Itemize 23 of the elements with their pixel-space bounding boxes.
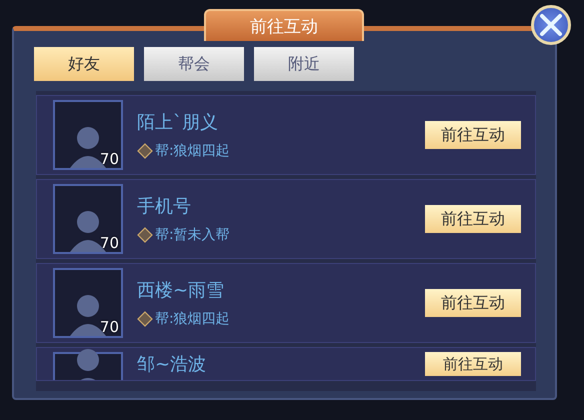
guild-text: 帮:狼烟四起 bbox=[155, 310, 230, 328]
interact-button[interactable]: 前往互动 bbox=[425, 352, 521, 376]
interact-button[interactable]: 前往互动 bbox=[425, 205, 521, 233]
guild-text: 帮:暂未入帮 bbox=[155, 226, 230, 244]
level-text: 70 bbox=[100, 234, 119, 252]
level-text: 70 bbox=[100, 318, 119, 336]
dialog-title: 前往互动 bbox=[204, 9, 364, 41]
friend-name: 陌上`朋义 bbox=[137, 111, 219, 134]
tab[interactable]: 附近 bbox=[254, 47, 354, 81]
interact-button[interactable]: 前往互动 bbox=[425, 121, 521, 149]
close-button[interactable] bbox=[531, 5, 571, 45]
friend-name: 手机号 bbox=[137, 195, 192, 218]
diamond-emblem-icon bbox=[137, 227, 153, 243]
friend-name: 邹~浩波 bbox=[137, 353, 208, 376]
tab[interactable]: 好友 bbox=[34, 47, 134, 81]
guild-text: 帮:狼烟四起 bbox=[155, 142, 230, 160]
level-text: 70 bbox=[100, 150, 119, 168]
interact-button[interactable]: 前往互动 bbox=[425, 289, 521, 317]
diamond-emblem-icon bbox=[137, 311, 153, 327]
friend-name: 西楼~雨雪 bbox=[137, 279, 226, 302]
diamond-emblem-icon bbox=[137, 143, 153, 159]
tab[interactable]: 帮会 bbox=[144, 47, 244, 81]
close-icon bbox=[538, 12, 564, 38]
